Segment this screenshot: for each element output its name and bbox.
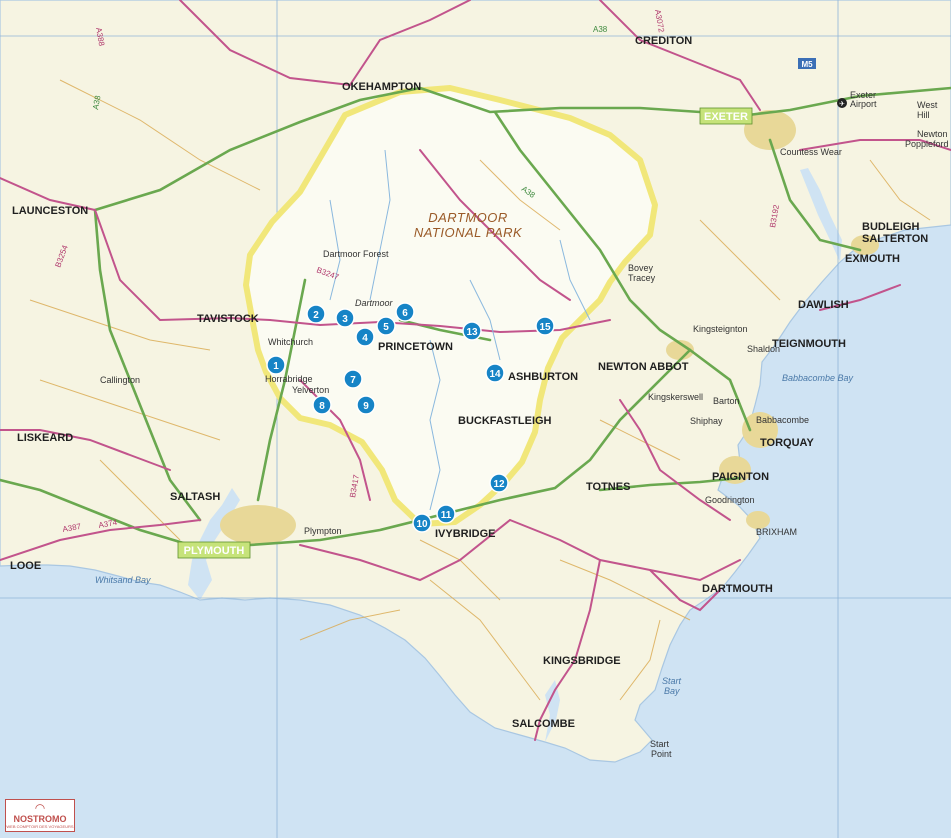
town-label-teignmouth: TEIGNMOUTH	[772, 338, 846, 350]
village-label-dartmoor-forest: Dartmoor Forest	[323, 249, 389, 259]
svg-text:6: 6	[402, 308, 408, 319]
town-label-dawlish: DAWLISH	[798, 299, 849, 311]
marker-4[interactable]: 4	[355, 327, 375, 347]
village-label-west-hill-1: West	[917, 100, 938, 110]
svg-text:11: 11	[441, 510, 452, 521]
svg-text:9: 9	[363, 401, 369, 412]
town-label-salcombe: SALCOMBE	[512, 718, 575, 730]
town-label-buckfastleigh: BUCKFASTLEIGH	[458, 415, 552, 427]
marker-14[interactable]: 14	[485, 363, 505, 383]
marker-8[interactable]: 8	[312, 395, 332, 415]
village-label-horrabridge: Horrabridge	[265, 374, 313, 384]
marker-2[interactable]: 2	[306, 304, 326, 324]
town-label-tavistock: TAVISTOCK	[197, 313, 259, 325]
town-label-ivybridge: IVYBRIDGE	[435, 528, 496, 540]
town-label-princetown: PRINCETOWN	[378, 341, 453, 353]
marker-7[interactable]: 7	[343, 369, 363, 389]
dartmoor-map: DARTMOOR NATIONAL PARK EXETER PLYMOUTH O…	[0, 0, 951, 838]
airport-icon: ✈	[837, 98, 847, 108]
svg-text:14: 14	[489, 369, 501, 380]
city-label-exeter: EXETER	[704, 111, 748, 123]
marker-9[interactable]: 9	[356, 395, 376, 415]
highlight-plymouth: PLYMOUTH	[177, 541, 251, 559]
village-label-barton: Barton	[713, 396, 740, 406]
sea-label-whitsand-bay: Whitsand Bay	[95, 575, 151, 585]
svg-text:3: 3	[342, 314, 348, 325]
town-label-looe: LOOE	[10, 560, 41, 572]
village-label-babbacombe: Babbacombe	[756, 415, 809, 425]
village-label-goodrington: Goodrington	[705, 495, 755, 505]
village-label-newton-poppleford-1: Newton	[917, 129, 948, 139]
village-label-dartmoor: Dartmoor	[355, 298, 394, 308]
village-label-plympton: Plympton	[304, 526, 342, 536]
marker-10[interactable]: 10	[412, 513, 432, 533]
marker-6[interactable]: 6	[395, 302, 415, 322]
village-label-kingsteignton: Kingsteignton	[693, 324, 748, 334]
village-label-west-hill-2: Hill	[917, 110, 930, 120]
town-label-budleigh: BUDLEIGH	[862, 221, 920, 233]
svg-text:12: 12	[493, 479, 505, 490]
village-label-countess-wear: Countess Wear	[780, 147, 842, 157]
svg-text:8: 8	[319, 401, 325, 412]
town-label-liskeard: LISKEARD	[17, 432, 73, 444]
road-label-a38-north: A38	[593, 25, 608, 34]
sea-label-start-point-2: Point	[651, 749, 672, 759]
highlight-exeter: EXETER	[699, 107, 753, 125]
town-label-kingsbridge: KINGSBRIDGE	[543, 655, 621, 667]
town-label-exmouth: EXMOUTH	[845, 253, 900, 265]
svg-text:15: 15	[539, 322, 551, 333]
svg-text:✈: ✈	[839, 101, 845, 108]
town-label-totnes: TOTNES	[586, 481, 630, 493]
town-label-launceston: LAUNCESTON	[12, 205, 88, 217]
town-label-paignton: PAIGNTON	[712, 471, 769, 483]
marker-12[interactable]: 12	[489, 473, 509, 493]
nostromo-logo: ◠ NOSTROMO WEB COMPTOIR DES VOYAGEURS	[5, 799, 75, 832]
park-label-line2: NATIONAL PARK	[414, 225, 523, 240]
village-label-bovey: Bovey	[628, 263, 654, 273]
svg-text:2: 2	[313, 310, 319, 321]
village-label-shiphay: Shiphay	[690, 416, 723, 426]
village-label-tracey: Tracey	[628, 273, 656, 283]
town-label-crediton: CREDITON	[635, 35, 692, 47]
logo-tagline: WEB COMPTOIR DES VOYAGEURS	[6, 824, 74, 829]
town-label-dartmouth: DARTMOUTH	[702, 583, 773, 595]
town-label-okehampton: OKEHAMPTON	[342, 81, 421, 93]
globe-icon: ◠	[34, 801, 46, 815]
marker-15[interactable]: 15	[535, 316, 555, 336]
svg-text:10: 10	[416, 519, 428, 530]
city-label-plymouth: PLYMOUTH	[184, 545, 245, 557]
town-label-saltash: SALTASH	[170, 491, 220, 503]
town-label-newton-abbot: NEWTON ABBOT	[598, 361, 689, 373]
logo-name: NOSTROMO	[13, 814, 67, 824]
town-label-salterton: SALTERTON	[862, 233, 928, 245]
park-label-line1: DARTMOOR	[428, 210, 508, 225]
village-label-kingskerswell: Kingskerswell	[648, 392, 703, 402]
map-canvas: DARTMOOR NATIONAL PARK EXETER PLYMOUTH O…	[0, 0, 951, 838]
svg-text:7: 7	[350, 375, 356, 386]
marker-13[interactable]: 13	[462, 321, 482, 341]
village-label-brixham: BRIXHAM	[756, 527, 797, 537]
sea-label-start-bay-2: Bay	[664, 686, 680, 696]
sea-label-babbacombe-bay: Babbacombe Bay	[782, 373, 854, 383]
sea-label-start-point-1: Start	[650, 739, 670, 749]
village-label-whitchurch: Whitchurch	[268, 337, 313, 347]
svg-text:4: 4	[362, 333, 368, 344]
village-label-callington: Callington	[100, 375, 140, 385]
village-label-exeter-airport-2: Airport	[850, 99, 877, 109]
m5-shield: M5	[798, 58, 816, 69]
svg-text:1: 1	[273, 361, 279, 372]
town-label-ashburton: ASHBURTON	[508, 371, 578, 383]
road-label-m5: M5	[801, 60, 813, 69]
town-label-torquay: TORQUAY	[760, 437, 814, 449]
village-label-yelverton: Yelverton	[292, 385, 329, 395]
marker-1[interactable]: 1	[266, 355, 286, 375]
village-label-shaldon: Shaldon	[747, 344, 780, 354]
svg-text:5: 5	[383, 322, 389, 333]
marker-11[interactable]: 11	[436, 504, 456, 524]
svg-text:13: 13	[466, 327, 478, 338]
village-label-newton-poppleford-2: Poppleford	[905, 139, 949, 149]
marker-5[interactable]: 5	[376, 316, 396, 336]
marker-3[interactable]: 3	[335, 308, 355, 328]
sea-label-start-bay-1: Start	[662, 676, 682, 686]
